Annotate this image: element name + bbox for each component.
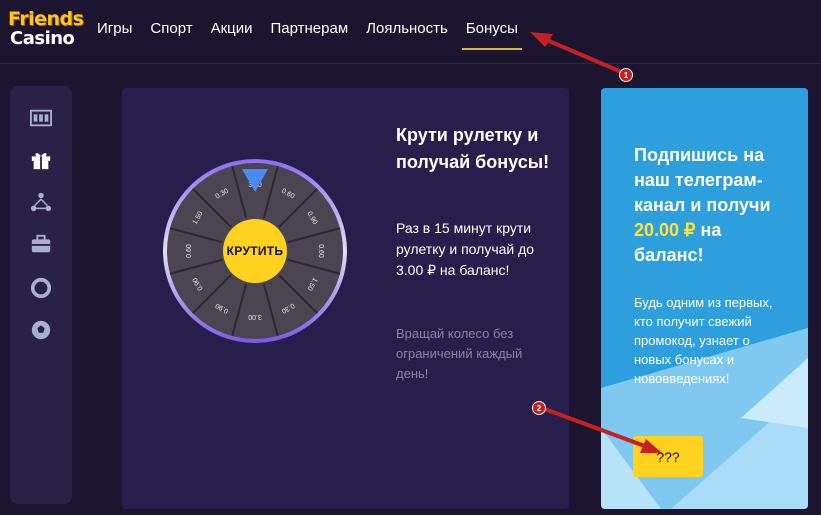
telegram-panel: Подпишись на наш телеграм-канал и получи… — [601, 88, 808, 509]
casino-logo[interactable]: Friends Casino — [8, 8, 84, 50]
slots-icon[interactable] — [29, 106, 53, 130]
roulette-title: Крути рулетку и получай бонусы! — [396, 125, 550, 172]
wheel-segment-label: 0.60 — [317, 244, 324, 258]
roulette-wheel[interactable]: 3.000.600.900.601.500.303.000.900.900.60… — [162, 158, 348, 344]
nav-item-promotions[interactable]: Акции — [211, 12, 253, 45]
telegram-description: Будь одним из первых, кто получит свежий… — [634, 295, 773, 386]
nav-item-bonuses[interactable]: Бонусы — [461, 12, 523, 50]
logo-line2: Casino — [10, 28, 75, 49]
logo-line1: Friends — [8, 8, 84, 30]
annotation-badge-1: 1 — [619, 68, 633, 82]
telegram-title-start: Подпишись на наш телеграм-канал и получи — [634, 145, 771, 215]
referral-icon[interactable] — [29, 190, 53, 214]
page: Friends Casino Игры Спорт Акции Партнера… — [0, 0, 821, 515]
main-nav: Игры Спорт Акции Партнерам Лояльность Бо… — [88, 0, 527, 56]
nav-item-games[interactable]: Игры — [97, 12, 132, 45]
lifebuoy-icon[interactable] — [29, 276, 53, 300]
nav-item-loyalty[interactable]: Лояльность — [366, 12, 448, 45]
sidebar — [10, 86, 72, 504]
roulette-panel: 3.000.600.900.601.500.303.000.900.900.60… — [122, 88, 569, 509]
nav-item-partners[interactable]: Партнерам — [271, 12, 349, 45]
spin-button[interactable]: КРУТИТЬ — [223, 219, 287, 283]
wheel-segment-label: 0.60 — [186, 244, 193, 258]
soccer-ball-icon[interactable] — [29, 318, 53, 342]
telegram-title: Подпишись на наш телеграм-канал и получи… — [634, 143, 784, 268]
telegram-bonus-amount: 20.00 ₽ — [634, 220, 696, 240]
roulette-note: Вращай колесо без ограничений каждый ден… — [396, 326, 523, 381]
roulette-description: Раз в 15 минут крути рулетку и получай д… — [396, 220, 535, 278]
nav-item-sport[interactable]: Спорт — [150, 12, 192, 45]
briefcase-icon[interactable] — [29, 232, 53, 256]
gift-icon[interactable] — [29, 148, 53, 172]
annotation-badge-2: 2 — [532, 401, 546, 415]
telegram-subscribe-button[interactable]: ??? — [633, 436, 703, 477]
header: Friends Casino Игры Спорт Акции Партнера… — [0, 0, 821, 64]
wheel-segment-label: 3.00 — [248, 313, 262, 320]
